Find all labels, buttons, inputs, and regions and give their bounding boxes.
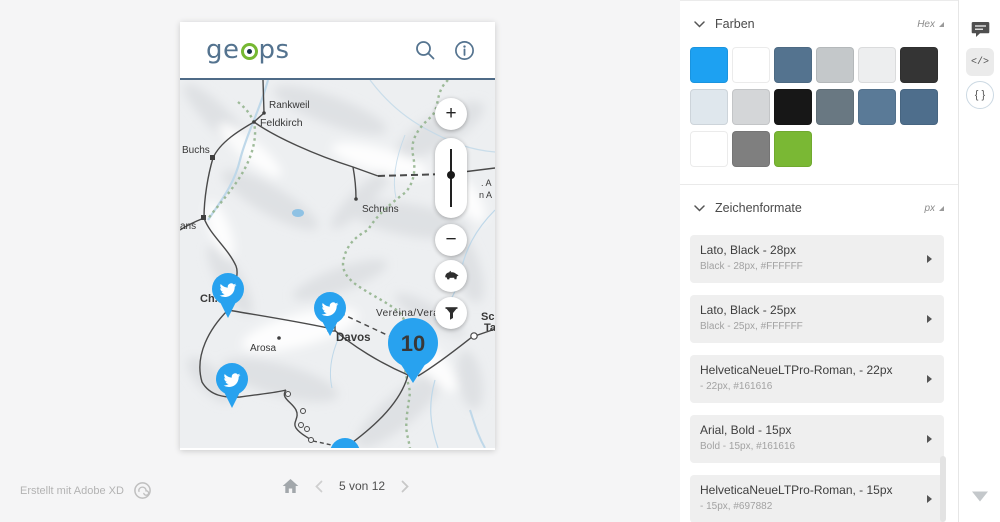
label-feldkirch: Feldkirch <box>260 117 303 129</box>
colors-section-header[interactable]: Farben Hex <box>680 7 958 41</box>
artboard-preview[interactable]: ge ps <box>180 22 495 450</box>
character-style-card[interactable]: Lato, Black - 28px Black - 28px, #FFFFFF <box>690 235 944 283</box>
logo-text-post: ps <box>259 35 290 65</box>
color-swatch-grid <box>680 41 958 167</box>
character-style-list: Lato, Black - 28px Black - 28px, #FFFFFF… <box>680 225 958 522</box>
color-swatch[interactable] <box>900 89 938 125</box>
zoom-slider-thumb[interactable] <box>447 171 455 179</box>
code-view-button[interactable]: </> <box>966 48 994 76</box>
character-style-card[interactable]: Lato, Black - 25px Black - 25px, #FFFFFF <box>690 295 944 343</box>
map-canvas[interactable]: Rankweil Feldkirch Buchs ans Schruns Ch.… <box>180 80 495 448</box>
zoom-slider[interactable] <box>435 138 467 218</box>
style-subtitle: Black - 25px, #FFFFFF <box>700 321 918 332</box>
color-swatch[interactable] <box>690 89 728 125</box>
style-subtitle: - 15px, #697882 <box>700 501 918 512</box>
made-with-credit: Erstellt mit Adobe XD <box>20 481 152 500</box>
animal-icon <box>443 270 460 283</box>
color-swatch[interactable] <box>690 131 728 167</box>
color-swatch[interactable] <box>690 47 728 83</box>
dropdown-triangle-icon <box>939 206 944 211</box>
color-swatch[interactable] <box>816 89 854 125</box>
comment-bubble-icon <box>971 21 990 38</box>
color-swatch[interactable] <box>774 47 812 83</box>
credit-text: Erstellt mit Adobe XD <box>20 485 124 497</box>
chevron-right-icon <box>927 315 932 323</box>
style-subtitle: - 22px, #161616 <box>700 381 918 392</box>
braces-icon: { } <box>975 89 985 101</box>
section-divider <box>680 184 958 185</box>
label-arosa: Arosa <box>250 343 277 354</box>
geops-logo: ge ps <box>206 35 290 65</box>
collapse-indicator[interactable] <box>966 482 994 510</box>
home-icon[interactable] <box>282 478 299 494</box>
style-subtitle: Black - 28px, #FFFFFF <box>700 261 918 272</box>
page-indicator: 5 von 12 <box>339 479 385 493</box>
color-swatch[interactable] <box>816 47 854 83</box>
prev-artboard-icon[interactable] <box>315 480 323 493</box>
style-subtitle: Bold - 15px, #161616 <box>700 441 918 452</box>
style-title: HelveticaNeueLTPro-Roman, - 15px <box>700 483 918 497</box>
chevron-right-icon <box>927 495 932 503</box>
json-view-button[interactable]: { } <box>966 81 994 109</box>
label-rankweil: Rankweil <box>269 100 310 111</box>
cluster-count: 10 <box>401 331 425 356</box>
adobe-cc-icon <box>133 481 152 500</box>
logo-o-ring-icon <box>241 43 258 60</box>
right-toolbar: </> { } <box>958 0 1000 522</box>
character-style-card[interactable]: HelveticaNeueLTPro-Roman, - 15px - 15px,… <box>690 475 944 522</box>
label-davos: Davos <box>336 332 371 344</box>
chevron-right-icon <box>927 375 932 383</box>
color-swatch[interactable] <box>858 89 896 125</box>
character-style-card[interactable]: Arial, Bold - 15px Bold - 15px, #161616 <box>690 415 944 463</box>
label-sargans-partial: ans <box>180 221 196 232</box>
typo-unit-label: px <box>924 203 935 214</box>
color-swatch[interactable] <box>774 89 812 125</box>
color-swatch[interactable] <box>732 89 770 125</box>
label-schruns: Schruns <box>362 204 399 215</box>
chevron-right-icon <box>927 435 932 443</box>
color-unit-label: Hex <box>917 19 935 30</box>
comments-button[interactable] <box>966 15 994 43</box>
color-swatch[interactable] <box>858 47 896 83</box>
label-buchs: Buchs <box>182 145 210 156</box>
filter-funnel-icon <box>444 306 459 321</box>
zoom-out-button[interactable]: − <box>435 224 467 256</box>
style-title: Lato, Black - 25px <box>700 303 918 317</box>
typo-unit-dropdown[interactable]: px <box>924 203 944 214</box>
filter-button[interactable] <box>435 297 467 329</box>
chevron-down-icon[interactable] <box>694 205 705 212</box>
next-artboard-icon[interactable] <box>401 480 409 493</box>
colors-section-title: Farben <box>715 17 755 31</box>
code-icon: </> <box>971 57 989 68</box>
style-title: Lato, Black - 28px <box>700 243 918 257</box>
panel-scrollbar-thumb[interactable] <box>940 456 946 522</box>
spec-panel: Farben Hex Zeichenformate px <box>680 0 958 522</box>
color-swatch[interactable] <box>732 47 770 83</box>
chevron-down-icon[interactable] <box>694 21 705 28</box>
label-tarasp-partial: Tar <box>484 322 495 334</box>
label-edge-right-1: . A <box>481 178 492 188</box>
character-style-card[interactable]: HelveticaNeueLTPro-Roman, - 22px - 22px,… <box>690 355 944 403</box>
info-icon[interactable] <box>454 40 475 61</box>
triangle-down-icon <box>971 491 989 502</box>
color-swatch[interactable] <box>900 47 938 83</box>
style-title: Arial, Bold - 15px <box>700 423 918 437</box>
dropdown-triangle-icon <box>939 22 944 27</box>
typography-section-header[interactable]: Zeichenformate px <box>680 191 958 225</box>
app-header: ge ps <box>180 22 495 80</box>
search-icon[interactable] <box>414 39 436 61</box>
color-unit-dropdown[interactable]: Hex <box>917 19 944 30</box>
zoom-in-button[interactable]: + <box>435 98 467 130</box>
color-swatch[interactable] <box>774 131 812 167</box>
color-swatch[interactable] <box>732 131 770 167</box>
label-edge-right-2: n A <box>479 190 492 200</box>
artboard-pagination: 5 von 12 <box>282 478 409 494</box>
lake <box>292 209 304 217</box>
wildlife-layer-button[interactable] <box>435 260 467 292</box>
style-title: HelveticaNeueLTPro-Roman, - 22px <box>700 363 918 377</box>
chevron-right-icon <box>927 255 932 263</box>
typography-section-title: Zeichenformate <box>715 201 802 215</box>
logo-text-pre: ge <box>206 35 240 65</box>
